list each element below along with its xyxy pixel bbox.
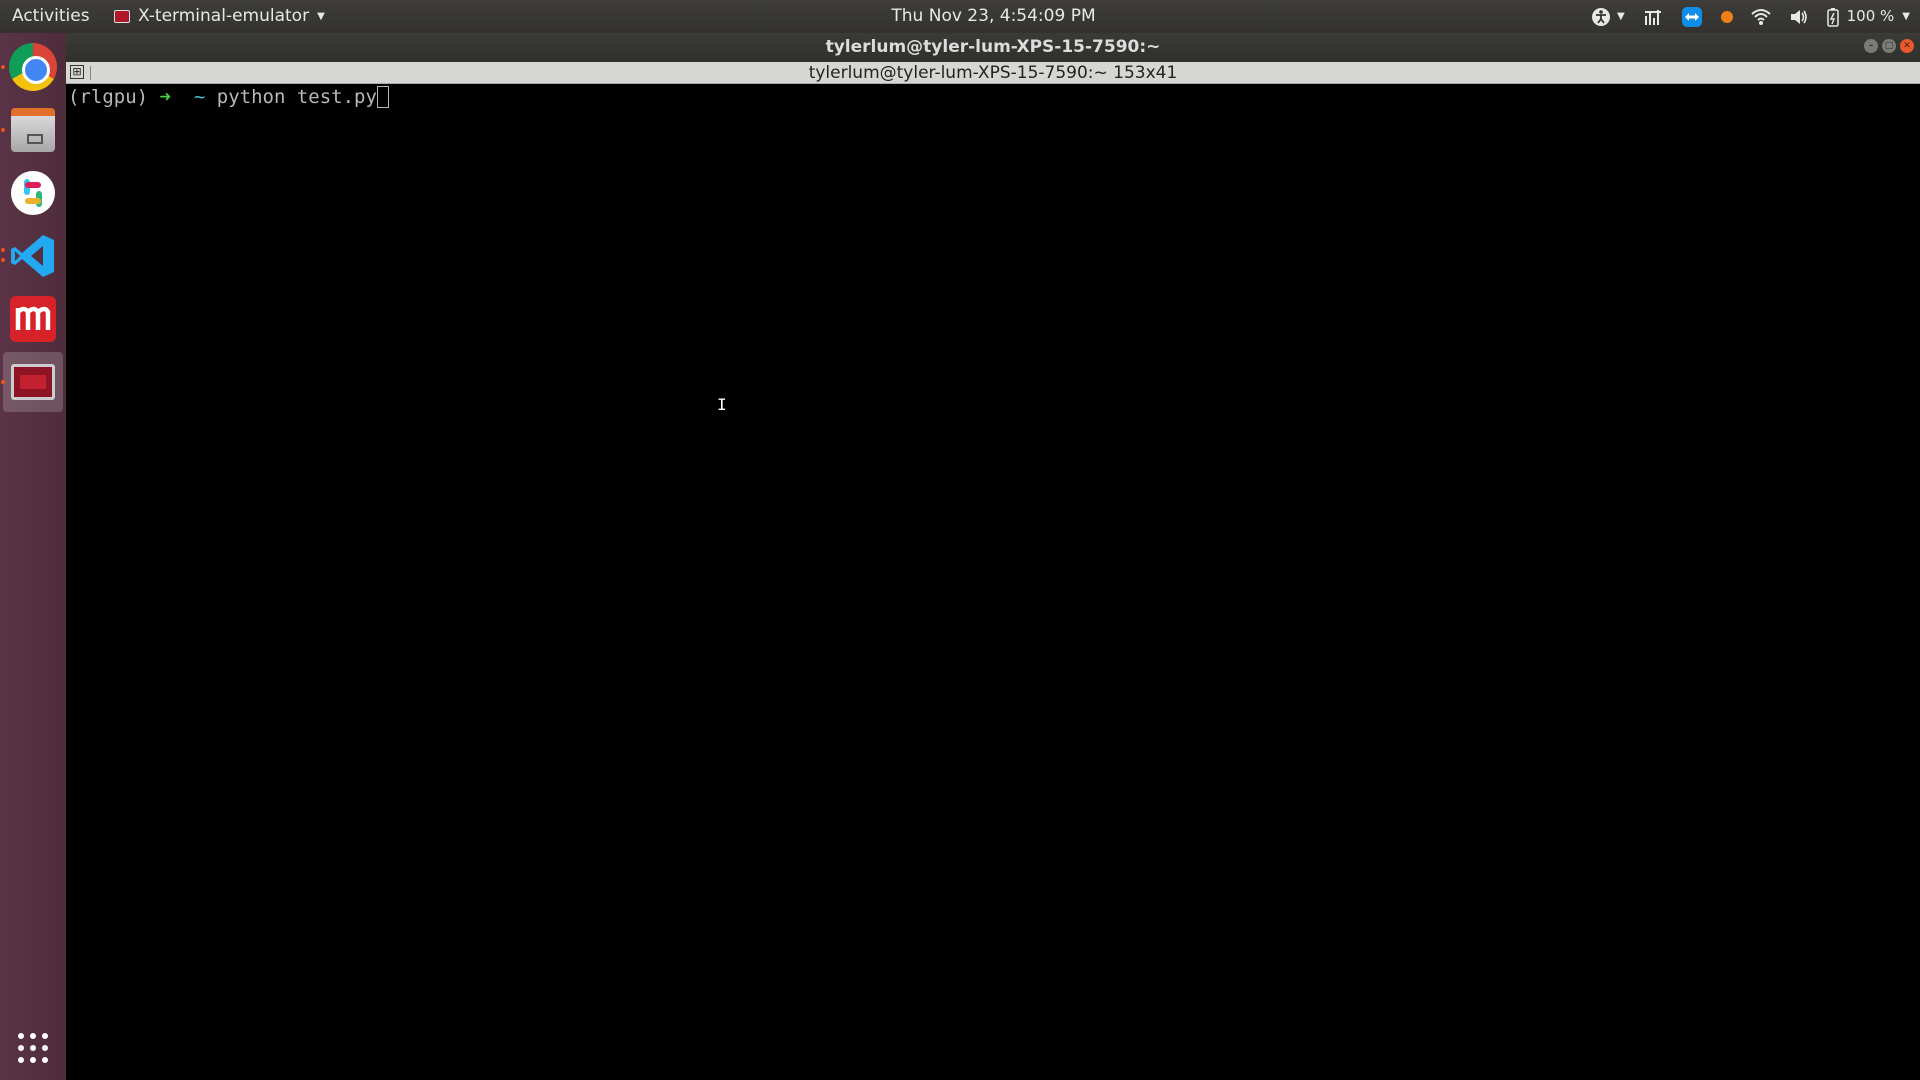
- terminal-window: tylerlum@tyler-lum-XPS-15-7590:~ – □ ✕ ⊞…: [66, 33, 1920, 1080]
- accessibility-icon[interactable]: ▼: [1591, 0, 1625, 33]
- dock-item-mendeley[interactable]: [3, 289, 63, 349]
- text-cursor-icon: I: [717, 395, 727, 414]
- show-applications-button[interactable]: [3, 1018, 63, 1078]
- current-directory: ~: [193, 86, 206, 108]
- conda-env: (rlgpu): [68, 86, 149, 108]
- terminal-icon: [11, 364, 55, 400]
- slack-icon: [11, 171, 55, 215]
- show-apps-icon: [18, 1033, 48, 1063]
- files-icon: [11, 108, 55, 152]
- maximize-button[interactable]: □: [1882, 39, 1896, 53]
- running-indicator: [1, 380, 5, 384]
- dock: [0, 33, 66, 1080]
- battery-percentage: 100 %: [1846, 7, 1895, 25]
- running-indicator: [1, 128, 5, 132]
- mendeley-icon: [10, 296, 56, 342]
- window-title: tylerlum@tyler-lum-XPS-15-7590:~: [825, 37, 1161, 57]
- terminal-output[interactable]: (rlgpu) ➜ ~ python test.py: [66, 85, 1920, 1080]
- window-controls: – □ ✕: [1864, 39, 1914, 53]
- command-text: python test.py: [216, 86, 377, 108]
- notification-dot-icon[interactable]: [1720, 10, 1733, 23]
- window-titlebar[interactable]: tylerlum@tyler-lum-XPS-15-7590:~ – □ ✕: [66, 33, 1920, 62]
- battery-icon[interactable]: 100 % ▼: [1826, 0, 1910, 33]
- top-bar: Activities X-terminal-emulator ▼ Thu Nov…: [0, 0, 1920, 33]
- volume-icon[interactable]: [1789, 8, 1809, 26]
- tab-separator: [90, 66, 91, 80]
- chevron-down-icon: ▼: [1902, 11, 1910, 22]
- prompt-arrow: ➜: [159, 86, 171, 108]
- terminal-cursor: [376, 86, 389, 108]
- dock-item-terminal[interactable]: [1, 352, 63, 412]
- chrome-icon: [9, 43, 57, 91]
- close-button[interactable]: ✕: [1900, 39, 1914, 53]
- running-indicator: [1, 65, 5, 69]
- teamviewer-icon[interactable]: [1681, 6, 1703, 28]
- tab-title[interactable]: tylerlum@tyler-lum-XPS-15-7590:~ 153x41: [809, 63, 1178, 83]
- dock-item-slack[interactable]: [3, 163, 63, 223]
- wifi-icon[interactable]: [1750, 8, 1771, 26]
- system-tray: ▼ 100 % ▼: [1591, 0, 1910, 33]
- running-indicator: [1, 248, 5, 252]
- dock-item-chrome[interactable]: [1, 37, 63, 97]
- dock-item-vscode[interactable]: [1, 226, 63, 286]
- minimize-button[interactable]: –: [1864, 39, 1878, 53]
- terminal-menu-icon[interactable]: ⊞: [70, 65, 84, 79]
- chevron-down-icon: ▼: [1616, 11, 1625, 22]
- running-indicator: [1, 258, 5, 262]
- prompt-line: (rlgpu) ➜ ~ python test.py: [68, 85, 1920, 109]
- network-monitor-icon[interactable]: [1643, 8, 1663, 26]
- terminal-tab-bar: ⊞ tylerlum@tyler-lum-XPS-15-7590:~ 153x4…: [66, 62, 1920, 84]
- vscode-icon: [11, 235, 54, 277]
- dock-item-files[interactable]: [1, 100, 63, 160]
